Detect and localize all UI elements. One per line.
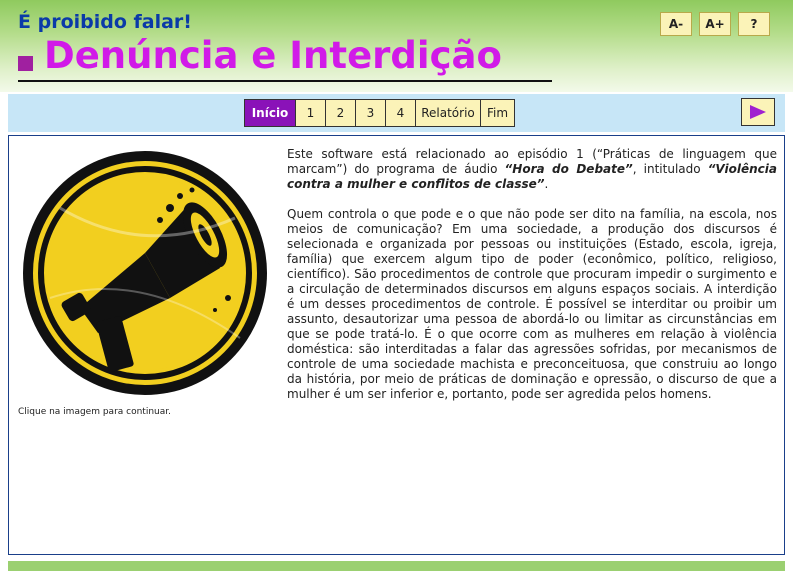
tab-1[interactable]: 1 — [295, 99, 326, 127]
play-arrow-icon — [750, 105, 766, 119]
tab-4[interactable]: 4 — [385, 99, 416, 127]
next-page-button[interactable] — [741, 98, 775, 126]
navigation-bar: Início 1 2 3 4 Relatório Fim — [8, 94, 785, 132]
tab-2[interactable]: 2 — [325, 99, 356, 127]
tab-3[interactable]: 3 — [355, 99, 386, 127]
tab-inicio[interactable]: Início — [244, 99, 296, 127]
title-block: Denúncia e Interdição — [18, 34, 552, 82]
header: É proibido falar! Denúncia e Interdição … — [0, 0, 793, 92]
title-bullet-square — [18, 56, 33, 71]
tab-fim[interactable]: Fim — [480, 99, 515, 127]
content-panel: Clique na imagem para continuar. Este so… — [8, 135, 785, 555]
intro-text: Este software está relacionado ao episód… — [287, 147, 777, 417]
megaphone-icon — [23, 151, 267, 395]
image-caption: Clique na imagem para continuar. — [18, 407, 171, 417]
page-title: Denúncia e Interdição — [44, 34, 502, 77]
tab-relatorio[interactable]: Relatório — [415, 99, 481, 127]
decrease-font-button[interactable]: A- — [660, 12, 692, 36]
program-name: “Hora do Debate” — [504, 162, 633, 176]
intro-paragraph-1: Este software está relacionado ao episód… — [287, 147, 777, 192]
help-button[interactable]: ? — [738, 12, 770, 36]
intro-paragraph-2: Quem controla o que pode e o que não pod… — [287, 207, 777, 401]
p1-connector: , intitulado — [632, 162, 708, 176]
footer-bar — [8, 561, 785, 571]
page-subtitle: É proibido falar! — [18, 11, 192, 33]
p1-end: . — [544, 177, 549, 191]
megaphone-image-button[interactable] — [20, 148, 270, 398]
page-tabs: Início 1 2 3 4 Relatório Fim — [244, 99, 515, 127]
increase-font-button[interactable]: A+ — [699, 12, 731, 36]
